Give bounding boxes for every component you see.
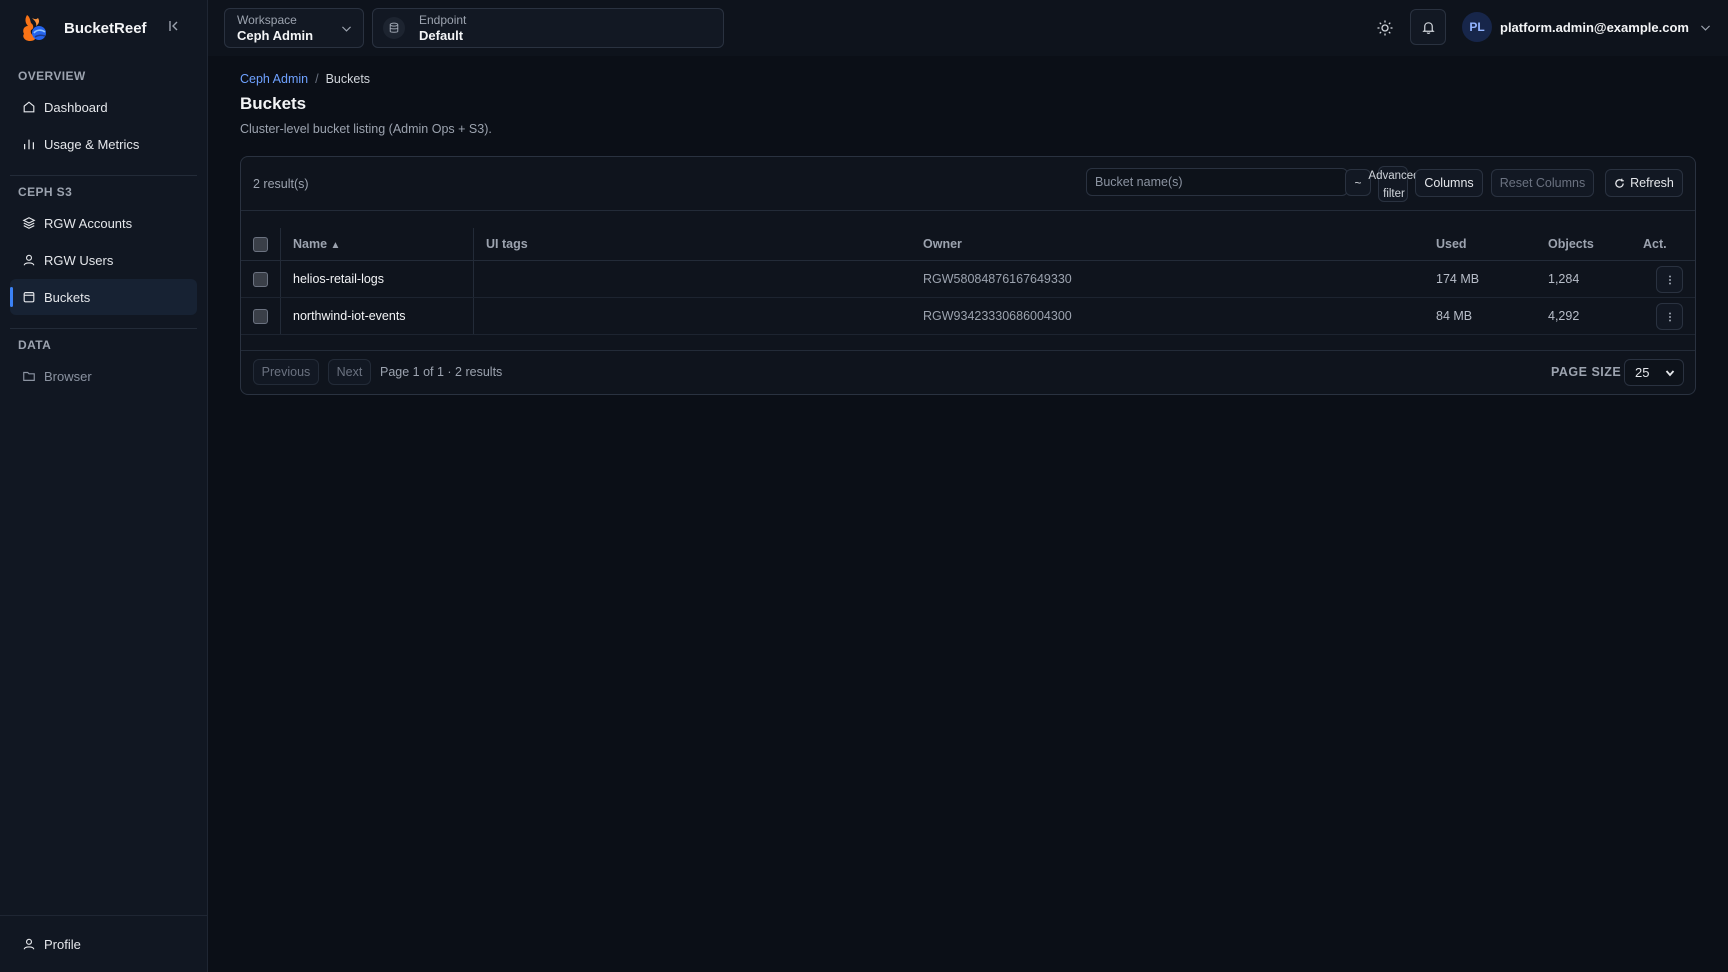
home-icon (23, 101, 35, 113)
row-checkbox[interactable] (253, 309, 268, 324)
card-divider (241, 210, 1695, 211)
sidebar-footer-divider (0, 915, 207, 916)
theme-toggle-sun-icon[interactable] (1376, 19, 1394, 37)
sidebar-item-usage-metrics[interactable]: Usage & Metrics (10, 126, 197, 162)
breadcrumb-current: Buckets (325, 72, 371, 86)
database-icon (383, 17, 405, 39)
workspace-label: Workspace (237, 13, 297, 27)
breadcrumb-separator: / (315, 72, 319, 86)
sidebar-item-label: RGW Users (44, 252, 114, 268)
endpoint-value: Default (419, 28, 464, 43)
more-vertical-icon (1668, 312, 1671, 321)
section-label-ceph-s3: CEPH S3 (18, 185, 73, 199)
columns-button[interactable]: Columns (1415, 169, 1483, 197)
sidebar-item-dashboard[interactable]: Dashboard (10, 89, 197, 125)
notifications-button[interactable] (1410, 9, 1446, 45)
page-info: Page 1 of 1 · 2 results (380, 365, 503, 379)
buckets-table-card: 2 result(s) ~ Advanced filter Columns Re… (240, 156, 1696, 395)
chevron-down-icon (1700, 24, 1710, 31)
sidebar-divider (10, 328, 197, 329)
endpoint-select[interactable]: Endpoint Default (372, 8, 724, 48)
bar-chart-icon (24, 139, 34, 150)
row-checkbox[interactable] (253, 272, 268, 287)
chevron-down-icon (1665, 370, 1675, 377)
select-all-checkbox[interactable] (253, 237, 268, 252)
sidebar-item-buckets[interactable]: Buckets (10, 279, 197, 315)
row-actions-button[interactable] (1656, 266, 1683, 293)
sidebar-divider (10, 175, 197, 176)
row-actions-button[interactable] (1656, 303, 1683, 330)
column-header-objects[interactable]: Objects (1548, 237, 1594, 251)
bucket-name[interactable]: helios-retail-logs (293, 272, 384, 286)
refresh-button[interactable]: Refresh (1605, 169, 1683, 197)
chevron-down-icon (342, 26, 351, 32)
app-name: BucketReef (64, 19, 147, 37)
card-divider (241, 350, 1695, 351)
bucket-search-input[interactable] (1086, 168, 1348, 196)
page-description: Cluster-level bucket listing (Admin Ops … (240, 122, 492, 136)
page-title: Buckets (240, 94, 307, 113)
advanced-filter-button[interactable]: Advanced filter (1368, 166, 1420, 202)
bucket-owner: RGW58084876167649330 (923, 272, 1072, 286)
sidebar-item-rgw-users[interactable]: RGW Users (10, 242, 197, 278)
user-menu[interactable]: PL platform.admin@example.com (1462, 12, 1712, 42)
bucket-used: 174 MB (1436, 272, 1480, 286)
sidebar-item-profile[interactable]: Profile (10, 926, 197, 962)
top-bar: Workspace Ceph Admin Endpoint Default PL… (208, 0, 1728, 56)
user-icon (23, 254, 35, 266)
result-count: 2 result(s) (253, 177, 309, 191)
sort-ascending-icon: ▲ (330, 240, 341, 251)
page-size-select[interactable]: 25 (1624, 359, 1684, 386)
table-row[interactable]: helios-retail-logs RGW58084876167649330 … (241, 261, 1695, 298)
refresh-icon (1615, 178, 1624, 188)
workspace-select[interactable]: Workspace Ceph Admin (224, 8, 364, 48)
brand[interactable]: BucketReef (18, 10, 147, 46)
breadcrumb: Ceph Admin / Buckets (240, 72, 370, 86)
breadcrumb-link-ceph-admin[interactable]: Ceph Admin (240, 72, 308, 86)
avatar: PL (1462, 12, 1492, 42)
sidebar-item-label: Usage & Metrics (44, 136, 140, 152)
bucketreef-logo-icon (23, 15, 46, 41)
sidebar-item-label: RGW Accounts (44, 215, 133, 231)
bucket-owner: RGW93423330686004300 (923, 309, 1072, 323)
page-size-value: 25 (1635, 365, 1650, 380)
sidebar: BucketReef OVERVIEW Dashboard Usage & Me… (0, 0, 208, 972)
table-header: Name ▲ UI tags Owner Used Objects Act. (241, 228, 1695, 261)
column-header-ui-tags[interactable]: UI tags (486, 237, 528, 251)
folder-icon (23, 371, 35, 381)
sidebar-item-browser[interactable]: Browser (10, 358, 197, 394)
next-page-button[interactable]: Next (328, 359, 371, 385)
column-header-name[interactable]: Name ▲ (293, 237, 340, 251)
bucket-objects: 1,284 (1548, 272, 1580, 286)
section-label-data: DATA (18, 338, 52, 352)
column-header-used[interactable]: Used (1436, 237, 1467, 251)
layers-icon (22, 217, 36, 229)
column-header-owner[interactable]: Owner (923, 237, 962, 251)
sidebar-item-label: Dashboard (44, 99, 108, 115)
page-size-label: PAGE SIZE (1551, 365, 1622, 379)
sidebar-item-label: Browser (44, 368, 92, 384)
endpoint-label: Endpoint (419, 13, 467, 27)
workspace-value: Ceph Admin (237, 28, 314, 43)
bucket-name[interactable]: northwind-iot-events (293, 309, 406, 323)
table-row[interactable]: northwind-iot-events RGW9342333068600430… (241, 298, 1695, 335)
refresh-label: Refresh (1630, 176, 1674, 190)
previous-page-button[interactable]: Previous (253, 359, 319, 385)
collapse-sidebar-icon[interactable] (166, 18, 182, 34)
sidebar-item-rgw-accounts[interactable]: RGW Accounts (10, 205, 197, 241)
bucket-icon (23, 292, 35, 303)
more-vertical-icon (1668, 275, 1671, 284)
section-label-overview: OVERVIEW (18, 69, 86, 83)
sidebar-item-label: Profile (44, 936, 81, 952)
bell-icon (1421, 21, 1435, 34)
column-header-actions: Act. (1643, 237, 1667, 251)
bucket-objects: 4,292 (1548, 309, 1580, 323)
reset-columns-button[interactable]: Reset Columns (1491, 169, 1594, 197)
column-header-name-label: Name (293, 237, 328, 251)
bucket-used: 84 MB (1436, 309, 1473, 323)
sidebar-item-label: Buckets (44, 289, 91, 305)
user-icon (23, 938, 35, 950)
user-email: platform.admin@example.com (1500, 19, 1689, 35)
